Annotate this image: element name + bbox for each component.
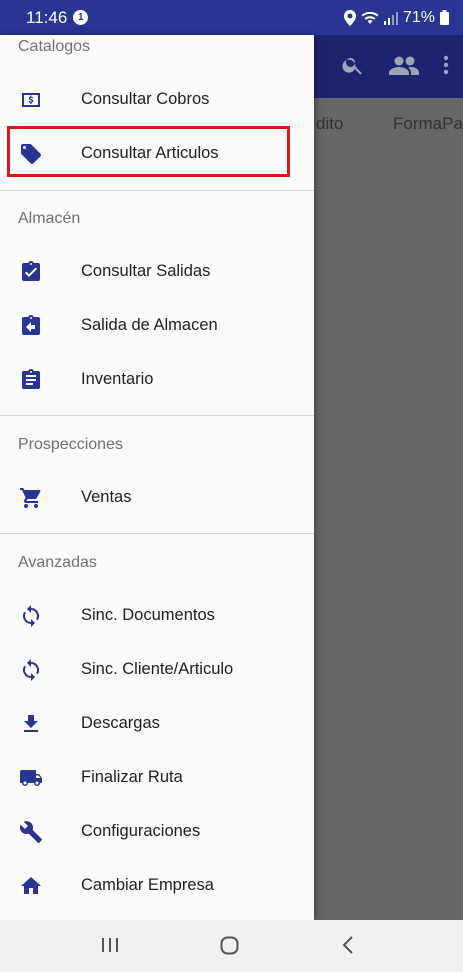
menu-item-consultar-salidas[interactable]: Consultar Salidas	[0, 247, 314, 297]
menu-item-label: Finalizar Ruta	[81, 768, 183, 786]
menu-item-inventario[interactable]: Inventario	[0, 355, 314, 405]
section-header-avanzadas: Avanzadas	[18, 554, 97, 571]
menu-item-cambiar-empresa[interactable]: Cambiar Empresa	[0, 861, 314, 911]
menu-item-label: Inventario	[81, 370, 154, 388]
section-header-prospecciones: Prospecciones	[18, 436, 123, 453]
divider	[0, 190, 314, 191]
wrench-icon	[19, 820, 43, 844]
sync-icon	[19, 658, 43, 682]
menu-item-salida-de-almacen[interactable]: Salida de Almacen	[0, 301, 314, 351]
system-nav-bar	[0, 920, 463, 972]
menu-item-consultar-cobros[interactable]: Consultar Cobros	[0, 75, 314, 125]
menu-item-label: Consultar Cobros	[81, 90, 210, 108]
menu-item-finalizar-ruta[interactable]: Finalizar Ruta	[0, 753, 314, 803]
signal-icon	[383, 11, 398, 25]
column-header: dito	[316, 114, 344, 133]
truck-icon	[19, 766, 43, 790]
divider	[0, 533, 314, 534]
highlight-box	[7, 126, 290, 177]
navigation-drawer: Catalogos Consultar Cobros Consultar Art…	[0, 35, 314, 920]
clipboard-arrow-left-icon	[19, 314, 43, 338]
people-icon[interactable]	[389, 53, 419, 82]
download-icon	[19, 712, 43, 736]
menu-item-label: Salida de Almacen	[81, 316, 218, 334]
location-icon	[343, 9, 356, 26]
column-header: FormaPa	[393, 114, 463, 133]
menu-item-label: Descargas	[81, 714, 160, 732]
status-icons: 71%	[343, 8, 449, 27]
money-icon	[19, 88, 43, 112]
menu-item-descargas[interactable]: Descargas	[0, 699, 314, 749]
more-options-icon[interactable]	[443, 53, 449, 82]
menu-item-label: Sinc. Documentos	[81, 606, 215, 624]
clipboard-text-icon	[19, 368, 43, 392]
cart-icon	[19, 486, 43, 510]
notification-badge: 1	[73, 10, 89, 25]
status-time: 11:46	[26, 7, 68, 27]
home-icon	[19, 874, 43, 898]
menu-item-ventas[interactable]: Ventas	[0, 473, 314, 523]
sync-icon	[19, 604, 43, 628]
divider	[0, 415, 314, 416]
menu-item-label: Sinc. Cliente/Articulo	[81, 660, 234, 678]
back-icon[interactable]	[341, 934, 355, 961]
wifi-icon	[361, 11, 379, 24]
battery-icon	[440, 10, 449, 25]
home-button-icon[interactable]	[219, 934, 241, 961]
menu-item-sinc-cliente-articulo[interactable]: Sinc. Cliente/Articulo	[0, 645, 314, 695]
menu-item-label: Configuraciones	[81, 822, 201, 840]
menu-item-label: Cambiar Empresa	[81, 876, 214, 894]
menu-item-sinc-documentos[interactable]: Sinc. Documentos	[0, 591, 314, 641]
recent-apps-icon[interactable]	[101, 934, 119, 961]
search-icon[interactable]	[341, 53, 365, 82]
menu-item-label: Consultar Salidas	[81, 262, 211, 280]
clipboard-check-icon	[19, 260, 43, 284]
section-header-catalogos: Catalogos	[18, 38, 91, 55]
section-header-almacen: Almacén	[18, 210, 81, 227]
menu-item-configuraciones[interactable]: Configuraciones	[0, 807, 314, 857]
battery-percent: 71%	[402, 8, 435, 26]
menu-item-label: Ventas	[81, 488, 132, 506]
status-bar: 11:46 1 71%	[0, 0, 463, 35]
